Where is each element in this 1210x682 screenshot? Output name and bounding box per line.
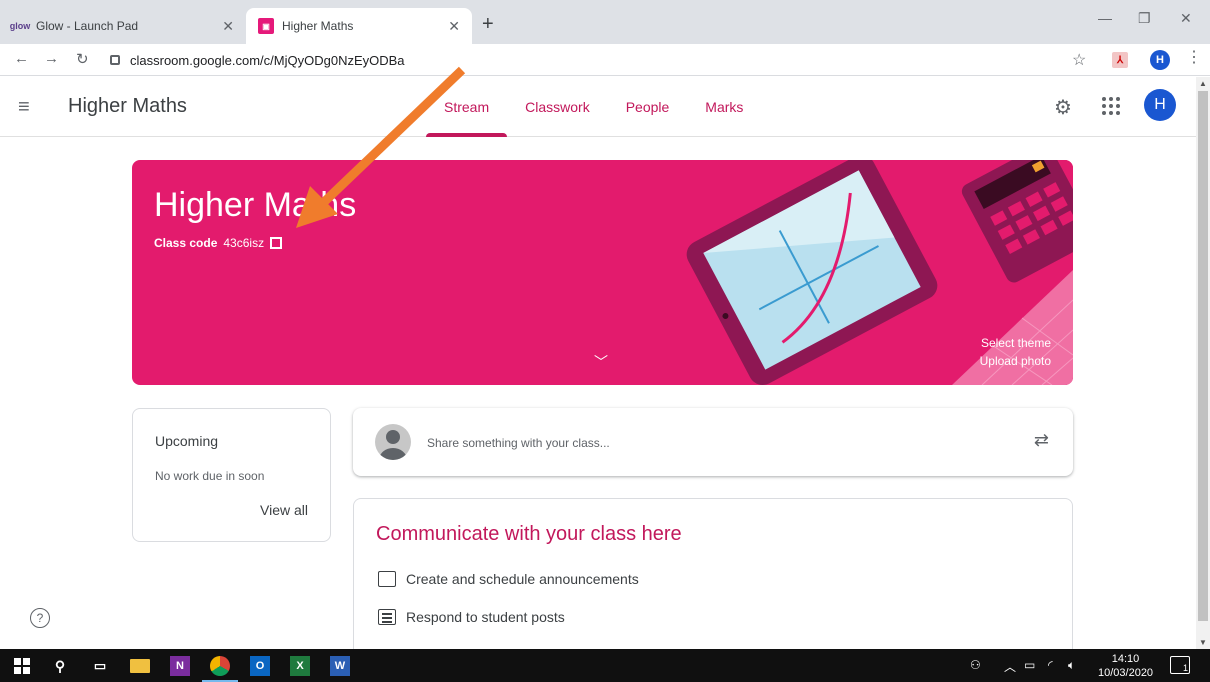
list-item-label: Create and schedule announcements bbox=[406, 571, 639, 587]
browser-toolbar: ← → ↻ classroom.google.com/c/MjQyODg0NzE… bbox=[0, 44, 1210, 76]
view-all-link[interactable]: View all bbox=[260, 502, 308, 518]
tab-glow-launch-pad[interactable]: glow Glow - Launch Pad ✕ bbox=[0, 8, 246, 44]
banner-title: Higher Maths bbox=[154, 186, 357, 224]
main-menu-icon[interactable]: ≡ bbox=[18, 97, 30, 117]
posts-icon bbox=[378, 609, 396, 625]
clock-date: 10/03/2020 bbox=[1098, 667, 1154, 679]
tab-people[interactable]: People bbox=[608, 77, 688, 137]
upcoming-empty-text: No work due in soon bbox=[155, 469, 265, 483]
chevron-down-icon[interactable]: ﹀ bbox=[594, 352, 608, 372]
windows-taskbar: ⚲ ▭ N O X W ⚇ ︿ ▭ ◜ 🔈︎ 14:10 10/03/2020 … bbox=[0, 649, 1210, 682]
class-code-value: 43c6isz bbox=[223, 236, 265, 250]
wifi-icon[interactable]: ◜ bbox=[1048, 658, 1053, 672]
tab-stream[interactable]: Stream bbox=[426, 77, 508, 137]
system-clock[interactable]: 14:10 10/03/2020 bbox=[1098, 652, 1153, 680]
restore-icon[interactable]: ❐ bbox=[1138, 10, 1151, 27]
fullscreen-icon[interactable] bbox=[270, 237, 283, 249]
page-title[interactable]: Higher Maths bbox=[68, 95, 187, 118]
lock-icon bbox=[110, 55, 120, 65]
list-item-label: Respond to student posts bbox=[406, 609, 565, 625]
browser-menu-icon[interactable]: ⋮ bbox=[1186, 50, 1202, 66]
search-icon[interactable]: ⚲ bbox=[50, 656, 70, 676]
gear-icon[interactable]: ⚙ bbox=[1054, 95, 1072, 120]
file-explorer-icon[interactable] bbox=[130, 659, 150, 673]
tab-marks[interactable]: Marks bbox=[687, 77, 761, 137]
battery-icon[interactable]: ▭ bbox=[1024, 658, 1035, 672]
page-scrollbar[interactable]: ▲ ▼ bbox=[1196, 77, 1210, 649]
tab-title: Glow - Launch Pad bbox=[36, 19, 139, 33]
scroll-thumb[interactable] bbox=[1198, 91, 1208, 621]
repost-icon[interactable]: ⇄ bbox=[1034, 430, 1049, 451]
close-icon[interactable]: ✕ bbox=[222, 18, 234, 35]
back-icon[interactable]: ← bbox=[14, 50, 29, 67]
upload-photo-link[interactable]: Upload photo bbox=[980, 354, 1051, 368]
clock-time: 14:10 bbox=[1111, 653, 1140, 665]
scroll-down-icon[interactable]: ▼ bbox=[1199, 638, 1207, 647]
class-code: Class code 43c6isz bbox=[154, 236, 283, 250]
volume-icon[interactable]: 🔈︎ bbox=[1068, 658, 1075, 673]
url-text: classroom.google.com/c/MjQyODg0NzEyODBa bbox=[130, 52, 405, 68]
list-item: Respond to student posts bbox=[378, 609, 565, 625]
communicate-title: Communicate with your class here bbox=[376, 523, 682, 545]
class-nav-tabs: Stream Classwork People Marks bbox=[426, 77, 761, 137]
chevron-up-icon[interactable]: ︿ bbox=[1004, 658, 1016, 675]
help-icon[interactable]: ? bbox=[30, 608, 50, 628]
reload-icon[interactable]: ↻ bbox=[76, 50, 89, 68]
list-item: Create and schedule announcements bbox=[378, 571, 639, 587]
apps-grid-icon[interactable] bbox=[1102, 97, 1120, 115]
avatar bbox=[375, 424, 411, 460]
bookmark-star-icon[interactable]: ☆ bbox=[1072, 50, 1086, 70]
banner-illustration bbox=[652, 160, 1073, 385]
notification-count: 1 bbox=[1182, 663, 1188, 673]
notification-icon[interactable]: 1 bbox=[1170, 656, 1190, 674]
browser-tab-strip: glow Glow - Launch Pad ✕ ▣ Higher Maths … bbox=[0, 0, 1210, 44]
profile-avatar[interactable]: H bbox=[1150, 50, 1170, 70]
address-bar[interactable]: classroom.google.com/c/MjQyODg0NzEyODBa bbox=[110, 47, 1060, 73]
new-tab-button[interactable]: + bbox=[482, 14, 494, 34]
scroll-up-icon[interactable]: ▲ bbox=[1199, 79, 1207, 88]
windows-start-icon[interactable] bbox=[12, 656, 32, 676]
word-icon[interactable]: W bbox=[330, 656, 350, 676]
upcoming-title: Upcoming bbox=[155, 433, 219, 449]
people-icon[interactable]: ⚇ bbox=[970, 658, 981, 672]
tab-classwork[interactable]: Classwork bbox=[507, 77, 608, 137]
excel-icon[interactable]: X bbox=[290, 656, 310, 676]
tab-higher-maths[interactable]: ▣ Higher Maths ✕ bbox=[246, 8, 472, 44]
onenote-icon[interactable]: N bbox=[170, 656, 190, 676]
tab-title: Higher Maths bbox=[282, 19, 354, 33]
close-icon[interactable]: ✕ bbox=[448, 18, 460, 35]
classroom-header: ≡ Higher Maths Stream Classwork People M… bbox=[0, 77, 1196, 137]
glow-icon: glow bbox=[9, 21, 31, 31]
task-view-icon[interactable]: ▭ bbox=[90, 656, 110, 676]
outlook-icon[interactable]: O bbox=[250, 656, 270, 676]
select-theme-link[interactable]: Select theme bbox=[981, 336, 1051, 350]
class-code-label: Class code bbox=[154, 236, 218, 250]
google-classroom-icon: ▣ bbox=[258, 18, 274, 34]
upcoming-card: Upcoming No work due in soon View all bbox=[132, 408, 331, 542]
announcement-icon bbox=[378, 571, 396, 587]
pdf-extension-icon[interactable]: ⅄ bbox=[1112, 52, 1128, 68]
forward-icon[interactable]: → bbox=[44, 50, 59, 67]
window-close-icon[interactable]: ✕ bbox=[1180, 10, 1192, 27]
share-placeholder[interactable]: Share something with your class... bbox=[427, 436, 610, 450]
chrome-icon[interactable] bbox=[210, 656, 230, 676]
class-banner: Higher Maths Class code 43c6isz Select t… bbox=[132, 160, 1073, 385]
share-box[interactable]: Share something with your class... ⇄ bbox=[353, 408, 1073, 476]
account-avatar[interactable]: H bbox=[1144, 89, 1176, 121]
minimize-icon[interactable]: — bbox=[1098, 10, 1112, 26]
communicate-card: Communicate with your class here Create … bbox=[353, 498, 1073, 658]
